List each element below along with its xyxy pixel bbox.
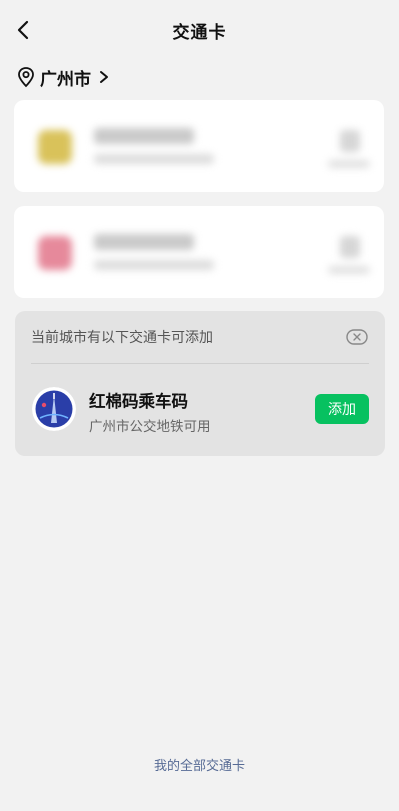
blurred-card-1[interactable]	[14, 100, 384, 192]
card-description: 广州市公交地铁可用	[89, 419, 211, 435]
location-pin-icon	[18, 67, 34, 88]
available-cards-panel: 当前城市有以下交通卡可添加 红棉码乘车码 广州市公交地铁可用 添加	[15, 311, 385, 456]
close-icon[interactable]	[346, 329, 368, 345]
chevron-right-icon	[100, 71, 108, 83]
blurred-card-icon	[340, 130, 360, 152]
blurred-card-2[interactable]	[14, 206, 384, 298]
divider	[31, 363, 369, 364]
blurred-card-title	[94, 128, 194, 144]
top-bar: 交通卡	[0, 0, 399, 60]
hongmian-code-logo-icon	[32, 387, 76, 431]
add-button[interactable]: 添加	[315, 394, 369, 424]
blurred-card-subtitle	[94, 260, 214, 270]
all-transit-cards-link[interactable]: 我的全部交通卡	[0, 755, 399, 774]
city-name: 广州市	[40, 69, 91, 90]
blurred-content	[14, 206, 384, 298]
blurred-card-logo	[38, 130, 72, 164]
blurred-card-label	[328, 266, 370, 274]
blurred-content	[14, 100, 384, 192]
blurred-card-logo	[38, 236, 72, 270]
city-selector[interactable]: 广州市	[16, 64, 111, 90]
available-cards-heading: 当前城市有以下交通卡可添加	[31, 330, 213, 346]
blurred-card-label	[328, 160, 370, 168]
blurred-card-icon	[340, 236, 360, 258]
blurred-card-title	[94, 234, 194, 250]
page-title: 交通卡	[172, 23, 227, 43]
blurred-card-subtitle	[94, 154, 214, 164]
card-name: 红棉码乘车码	[89, 392, 188, 411]
